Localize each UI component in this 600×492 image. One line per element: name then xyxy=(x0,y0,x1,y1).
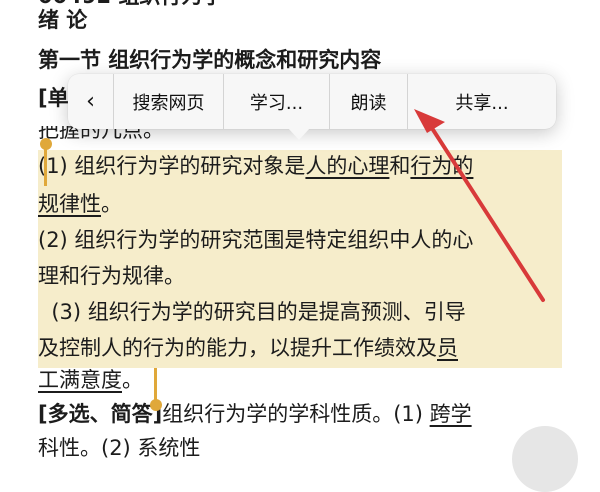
item-1-underlined-1: 人的心理 xyxy=(305,154,390,178)
document-body: 00492 组织行为学 绪 论 第一节 组织行为学的概念和研究内容 [单 把握的… xyxy=(38,0,558,460)
item-1-prefix: (1) 组织行为学的研究对象是 xyxy=(38,154,306,178)
item-1-line-2: 规律性。 xyxy=(38,190,122,218)
item-3-end: 。 xyxy=(122,368,143,392)
menu-item-learn[interactable]: 学习... xyxy=(224,74,330,129)
question-line-2: 科性。(2) 系统性 xyxy=(38,436,201,460)
item-3-line-3: 工满意度。 xyxy=(38,366,143,394)
item-1-mid: 和 xyxy=(389,154,411,178)
selection-start-handle[interactable] xyxy=(44,146,47,186)
menu-item-speak[interactable]: 朗读 xyxy=(330,74,408,129)
floating-action-button[interactable] xyxy=(512,426,578,492)
item-1-end: 。 xyxy=(101,192,122,216)
item-1-line-1: (1) 组织行为学的研究对象是人的心理和行为的 xyxy=(38,152,473,180)
question-line: [多选、简答]组织行为学的学科性质。(1) 跨学 xyxy=(38,400,472,428)
section-title: 第一节 组织行为学的概念和研究内容 xyxy=(38,48,382,72)
item-3-underlined-1: 员 xyxy=(437,336,458,360)
question-text: 组织行为学的学科性质。(1) xyxy=(162,402,430,426)
menu-item-share[interactable]: 共享... xyxy=(408,74,556,129)
question-tag-partial: [单 xyxy=(38,84,69,112)
tag-text: [单 xyxy=(38,86,69,110)
menu-back-button[interactable]: ‹ xyxy=(68,74,114,129)
item-1-underlined-3: 规律性 xyxy=(38,192,101,216)
selection-end-handle-knob[interactable] xyxy=(150,399,162,411)
menu-pointer xyxy=(288,128,310,140)
menu-item-search-web[interactable]: 搜索网页 xyxy=(114,74,224,129)
item-2-line-1: (2) 组织行为学的研究范围是特定组织中人的心 xyxy=(38,228,474,252)
item-3-text: 及控制人的行为的能力，以提升工作绩效及 xyxy=(38,336,437,360)
item-2-line-2: 理和行为规律。 xyxy=(38,264,185,288)
item-1-underlined-2: 行为的 xyxy=(410,154,474,178)
question-tag: [多选、简答] xyxy=(38,402,163,426)
item-3-underlined-2: 工满意度 xyxy=(38,368,122,392)
text-selection-menu: ‹ 搜索网页 学习... 朗读 共享... xyxy=(68,74,556,129)
chapter-title: 绪 论 xyxy=(38,8,88,32)
question-underlined: 跨学 xyxy=(429,402,472,426)
item-3-line-2: 及控制人的行为的能力，以提升工作绩效及员 xyxy=(38,334,458,362)
item-3-line-1: (3) 组织行为学的研究目的是提高预测、引导 xyxy=(38,300,466,324)
